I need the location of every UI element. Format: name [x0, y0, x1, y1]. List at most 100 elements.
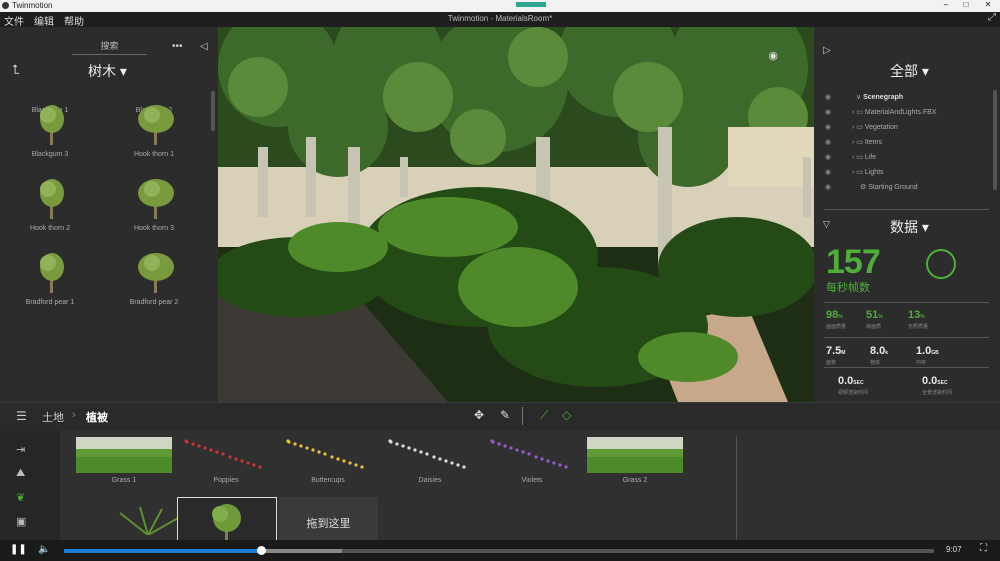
library-tile[interactable]: Hook thorn 1	[104, 97, 204, 169]
scenegraph-item[interactable]: › ▭ Items	[852, 138, 882, 146]
landscape-icon[interactable]: ⛰	[16, 467, 25, 480]
expand-right-icon[interactable]: ▷	[823, 45, 831, 56]
filter-label: 全部	[890, 63, 918, 79]
fullscreen-icon[interactable]: ⛶	[980, 543, 987, 554]
stat-label: 内存	[916, 360, 927, 366]
visibility-eye-icon[interactable]: ◉	[825, 108, 831, 116]
folder-icon: › ▭	[852, 169, 865, 176]
menu-edit[interactable]: 编辑	[34, 13, 54, 28]
eraser-icon[interactable]: ◇	[562, 408, 571, 422]
library-tile[interactable]: Bradford pear 2	[104, 245, 204, 317]
vegetation-thumbnail-icon	[490, 439, 568, 469]
stat-number: 13	[908, 309, 921, 321]
visibility-eye-icon[interactable]: ◉	[825, 138, 831, 146]
move-tool-icon[interactable]: ✥	[474, 408, 484, 422]
progress-fill	[64, 549, 262, 553]
tree-thumbnail-icon	[138, 253, 174, 293]
scenegraph-item-label: Lights	[864, 169, 884, 176]
scenegraph-item[interactable]: ∨ Scenegraph	[856, 93, 903, 101]
category-label: 树木	[88, 63, 116, 79]
stats-dropdown[interactable]: 数据 ▾	[890, 217, 929, 237]
category-dropdown[interactable]: 树木 ▾	[88, 61, 127, 81]
scenegraph-item[interactable]: › ▭ Lights	[852, 168, 884, 176]
visibility-eye-icon[interactable]: ◉	[825, 153, 831, 161]
divider	[824, 337, 989, 338]
stats-header: 数据	[890, 219, 918, 235]
stat-value: 0.0SEC	[922, 375, 948, 387]
stat-unit: GB	[931, 350, 939, 356]
stat-unit: SEC	[937, 380, 948, 386]
category-icon-bar: ⇥ ⛰ ❦ ▣	[0, 431, 60, 540]
visibility-eye-icon[interactable]: ◉	[825, 93, 831, 101]
paint-brush-icon[interactable]: ⟋	[540, 408, 548, 423]
video-player-bar: ❚❚ 🔈 9:07 ⛶	[0, 540, 1000, 561]
menubar: 文件 编辑 帮助 Twinmotion - MaterialsRoom* ⤢	[0, 12, 1000, 28]
scene-panel: ▷ 全部 ▾ ◉ ∨ Scenegraph ◉ › ▭ MaterialAndLigh…	[814, 27, 1000, 402]
filter-dropdown[interactable]: 全部 ▾	[890, 61, 929, 81]
toolbar-divider	[522, 407, 523, 425]
scenegraph-item[interactable]: › ▭ Vegetation	[852, 123, 898, 131]
stat-number: 0.0	[838, 375, 854, 387]
scenegraph-item[interactable]: › ▭ Life	[852, 153, 876, 161]
library-divider	[736, 436, 737, 540]
library-tile[interactable]: Hook thorn 3	[104, 171, 204, 243]
visibility-eye-icon[interactable]: ◉	[825, 168, 831, 176]
collapse-stats-icon[interactable]: ▽	[823, 219, 830, 230]
drop-here-zone[interactable]: 拖到这里	[279, 497, 378, 540]
scenegraph-item[interactable]: ⚙ Starting Ground	[860, 183, 918, 191]
ground-icon: ⚙	[860, 184, 869, 191]
tree-thumbnail-icon	[138, 105, 174, 145]
library-tile[interactable]: Grass 2	[587, 437, 683, 487]
visibility-eye-icon[interactable]: ◉	[825, 123, 831, 131]
vegetation-leaf-icon[interactable]: ❦	[16, 491, 25, 504]
minimize-button[interactable]: –	[936, 0, 956, 9]
app-title: Twinmotion	[12, 1, 53, 10]
vegetation-thumbnail-icon	[388, 439, 466, 469]
media-icon[interactable]: ▣	[16, 515, 26, 528]
scenegraph-item-label: Scenegraph	[863, 94, 904, 101]
library-tile[interactable]: Violets	[484, 437, 580, 487]
scenegraph-item[interactable]: › ▭ MaterialAndLights.FBX	[852, 108, 936, 116]
scenegraph-scrollbar[interactable]	[993, 90, 997, 190]
library-tile-label: Violets	[521, 477, 543, 484]
search-field[interactable]: 搜索	[72, 39, 147, 55]
collapse-left-icon[interactable]: ◁	[200, 41, 208, 52]
performance-gauge-icon	[926, 249, 956, 279]
library-tile[interactable]: Hook thorn 2	[0, 171, 100, 243]
library-tile-label: Daisies	[418, 477, 442, 484]
seek-knob[interactable]	[257, 546, 267, 555]
seek-bar[interactable]	[64, 546, 934, 555]
stat-unit: %	[878, 314, 883, 320]
back-icon[interactable]: ⮤	[12, 62, 20, 78]
maximize-button[interactable]: □	[956, 0, 976, 9]
menu-hamburger-icon[interactable]: ☰	[16, 409, 27, 423]
library-tile[interactable]: Grass 1	[76, 437, 172, 487]
menu-file[interactable]: 文件	[4, 13, 24, 28]
pause-icon[interactable]: ❚❚	[10, 544, 27, 555]
picker-tool-icon[interactable]: ✎	[500, 408, 510, 422]
import-icon[interactable]: ⇥	[16, 443, 25, 456]
scenegraph-item-label: MaterialAndLights.FBX	[864, 109, 937, 116]
library-tile-label: Hook thorn 2	[29, 225, 71, 232]
library-scrollbar[interactable]	[211, 91, 215, 131]
close-button[interactable]: ✕	[978, 0, 998, 9]
breadcrumb-current: 植被	[86, 412, 108, 424]
folder-icon: › ▭	[852, 124, 865, 131]
visibility-eye-icon[interactable]: ◉	[825, 183, 831, 191]
library-tile-label: Grass 1	[111, 477, 137, 484]
library-tile[interactable]: Buttercups	[280, 437, 376, 487]
library-tile[interactable]: Daisies	[382, 437, 478, 487]
breadcrumb-root[interactable]: 土地	[42, 409, 64, 425]
library-tile[interactable]: Bradford pear 1	[0, 245, 100, 317]
stat-unit: %	[838, 314, 843, 320]
library-tile[interactable]: Blackgum 3	[0, 97, 100, 169]
menu-help[interactable]: 帮助	[64, 13, 84, 28]
folder-icon: › ▭	[852, 139, 865, 146]
expand-window-icon[interactable]: ⤢	[988, 12, 996, 23]
stat-unit: M	[841, 350, 846, 356]
volume-icon[interactable]: 🔈	[38, 544, 50, 555]
library-tile[interactable]: Poppies	[178, 437, 274, 487]
more-options-icon[interactable]: •••	[172, 41, 183, 52]
visibility-eye-icon[interactable]: ◉	[768, 49, 778, 62]
3d-viewport[interactable]: ◉	[218, 27, 814, 402]
